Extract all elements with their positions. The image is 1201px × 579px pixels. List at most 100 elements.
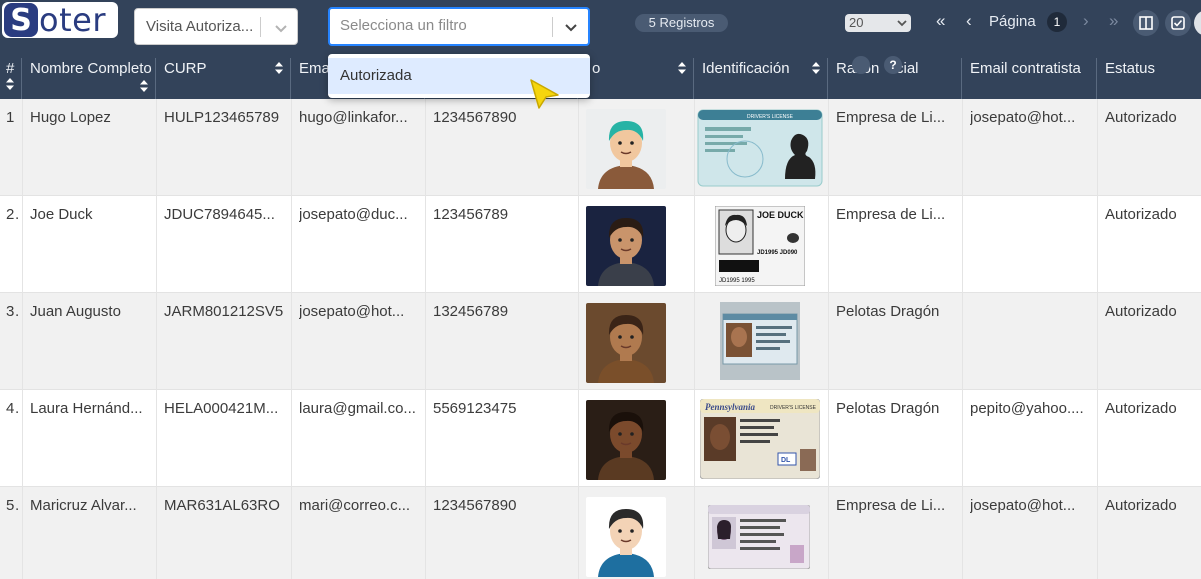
cell-email: josepato@duc... [299,206,408,223]
column-divider [578,487,579,579]
column-divider [578,99,579,196]
table-row[interactable]: 2.. Joe Duck JDUC7894645... josepato@duc...… [0,196,1201,293]
column-divider [156,487,157,579]
person-photo[interactable] [586,206,666,286]
page-size-value: 20 [849,15,864,30]
col-header-curp[interactable]: CURP [156,58,291,99]
column-divider [578,196,579,293]
identification-image[interactable]: JOE DUCK JD1995 JD090 JD1995 1995 [714,205,806,287]
chevron-down-icon[interactable] [271,18,291,38]
cell-email: laura@gmail.co... [299,400,416,417]
table-row[interactable]: 1 Hugo Lopez HULP123465789 hugo@linkafor...… [0,99,1201,196]
help-icon[interactable]: ? [884,56,902,74]
identification-image[interactable]: Pennsylvania DRIVER'S LICENSE DL [699,398,821,480]
id-card-footer: JD1995 1995 [719,278,755,284]
cell-contractor-email: josepato@hot... [970,497,1076,514]
column-divider [22,99,23,196]
column-divider [694,293,695,390]
column-divider [22,293,23,390]
filter-placeholder: Selecciona un filtro [340,17,467,34]
filter-select[interactable]: Selecciona un filtro [328,7,590,46]
records-count-badge: 5 Registros [635,14,728,32]
identification-image[interactable]: DRIVER'S LICENSE [697,109,823,187]
person-photo[interactable] [586,303,666,383]
col-header-label: Nombre Completo [30,60,152,77]
cell-email: josepato@hot... [299,303,405,320]
col-header-status[interactable]: Estatus [1097,58,1201,99]
column-divider [425,196,426,293]
cell-phone: 5569123475 [433,400,517,417]
column-divider [694,99,695,196]
column-divider [962,99,963,196]
col-header-id[interactable]: Identificación [694,58,828,99]
column-divider [962,196,963,293]
cell-curp: HULP123465789 [164,109,280,126]
column-divider [22,487,23,579]
column-divider [694,390,695,487]
column-divider [694,487,695,579]
logo-mark: S [4,3,38,38]
column-divider [22,196,23,293]
id-card-name: JOE DUCK [757,210,804,220]
id-card-state: Pennsylvania [705,402,756,412]
cell-curp: HELA000421M... [164,400,279,417]
col-header-label: # [6,60,15,77]
page-number-input[interactable]: 1 [1047,12,1067,32]
column-divider [291,196,292,293]
columns-button[interactable] [1133,10,1159,36]
first-page-button[interactable]: « [936,11,945,31]
cell-name: Laura Hernánd... [30,400,143,417]
identification-image[interactable] [707,504,811,570]
cell-status: Autorizado [1105,303,1177,320]
sort-icon[interactable] [5,78,15,90]
prev-page-button[interactable]: ‹ [966,11,972,31]
sort-icon[interactable] [139,80,149,92]
zoom-icon[interactable] [852,56,870,74]
column-divider [425,390,426,487]
col-header-name[interactable]: Nombre Completo [22,58,156,99]
table-header: # Nombre Completo CURP Ema o Identificac… [0,58,1201,99]
next-page-button[interactable]: › [1083,11,1089,31]
cell-curp: MAR631AL63RO [164,497,280,514]
table-row[interactable]: 4.. Laura Hernánd... HELA000421M... laura@g… [0,390,1201,487]
person-photo[interactable] [586,109,666,189]
person-photo[interactable] [586,400,666,480]
sort-icon[interactable] [274,62,284,74]
col-header-label: Email contratista [970,60,1081,77]
cell-num: 4.. [6,400,20,417]
id-card-number: JD1995 JD090 [757,250,798,256]
chevron-down-icon[interactable] [561,17,581,37]
visit-type-value: Visita Autoriza... [146,18,254,35]
col-header-photo[interactable]: o [578,58,694,99]
column-divider [694,196,695,293]
column-divider [828,487,829,579]
more-button[interactable] [1194,10,1201,36]
col-header-contractor-email[interactable]: Email contratista [962,58,1097,99]
cell-email: mari@correo.c... [299,497,411,514]
page-size-select[interactable]: 20 [845,14,911,32]
logo-text: oter [39,1,106,39]
last-page-button[interactable]: » [1109,11,1118,31]
sort-icon[interactable] [811,62,821,74]
column-divider [291,293,292,390]
sort-icon[interactable] [677,62,687,74]
table-row[interactable]: 5.. Maricruz Alvar... MAR631AL63RO mari@cor… [0,487,1201,579]
col-header-number[interactable]: # [0,58,22,99]
cell-name: Maricruz Alvar... [30,497,137,514]
identification-image[interactable] [720,302,800,380]
col-header-label: Identificación [702,60,790,77]
column-divider [1097,487,1098,579]
id-card-title: DRIVER'S LICENSE [747,114,794,120]
visit-type-select[interactable]: Visita Autoriza... [134,8,298,45]
top-toolbar: S oter Visita Autoriza... Selecciona un … [0,0,1201,58]
select-all-button[interactable] [1165,10,1191,36]
cell-num: 2.. [6,206,20,223]
column-divider [1097,196,1098,293]
table-row[interactable]: 3.. Juan Augusto JARM801212SV5 josepato@hot… [0,293,1201,390]
cell-status: Autorizado [1105,497,1177,514]
column-divider [1097,99,1098,196]
soter-logo[interactable]: S oter [2,1,118,39]
cell-curp: JARM801212SV5 [164,303,284,320]
cell-email: hugo@linkafor... [299,109,408,126]
person-photo[interactable] [586,497,666,577]
